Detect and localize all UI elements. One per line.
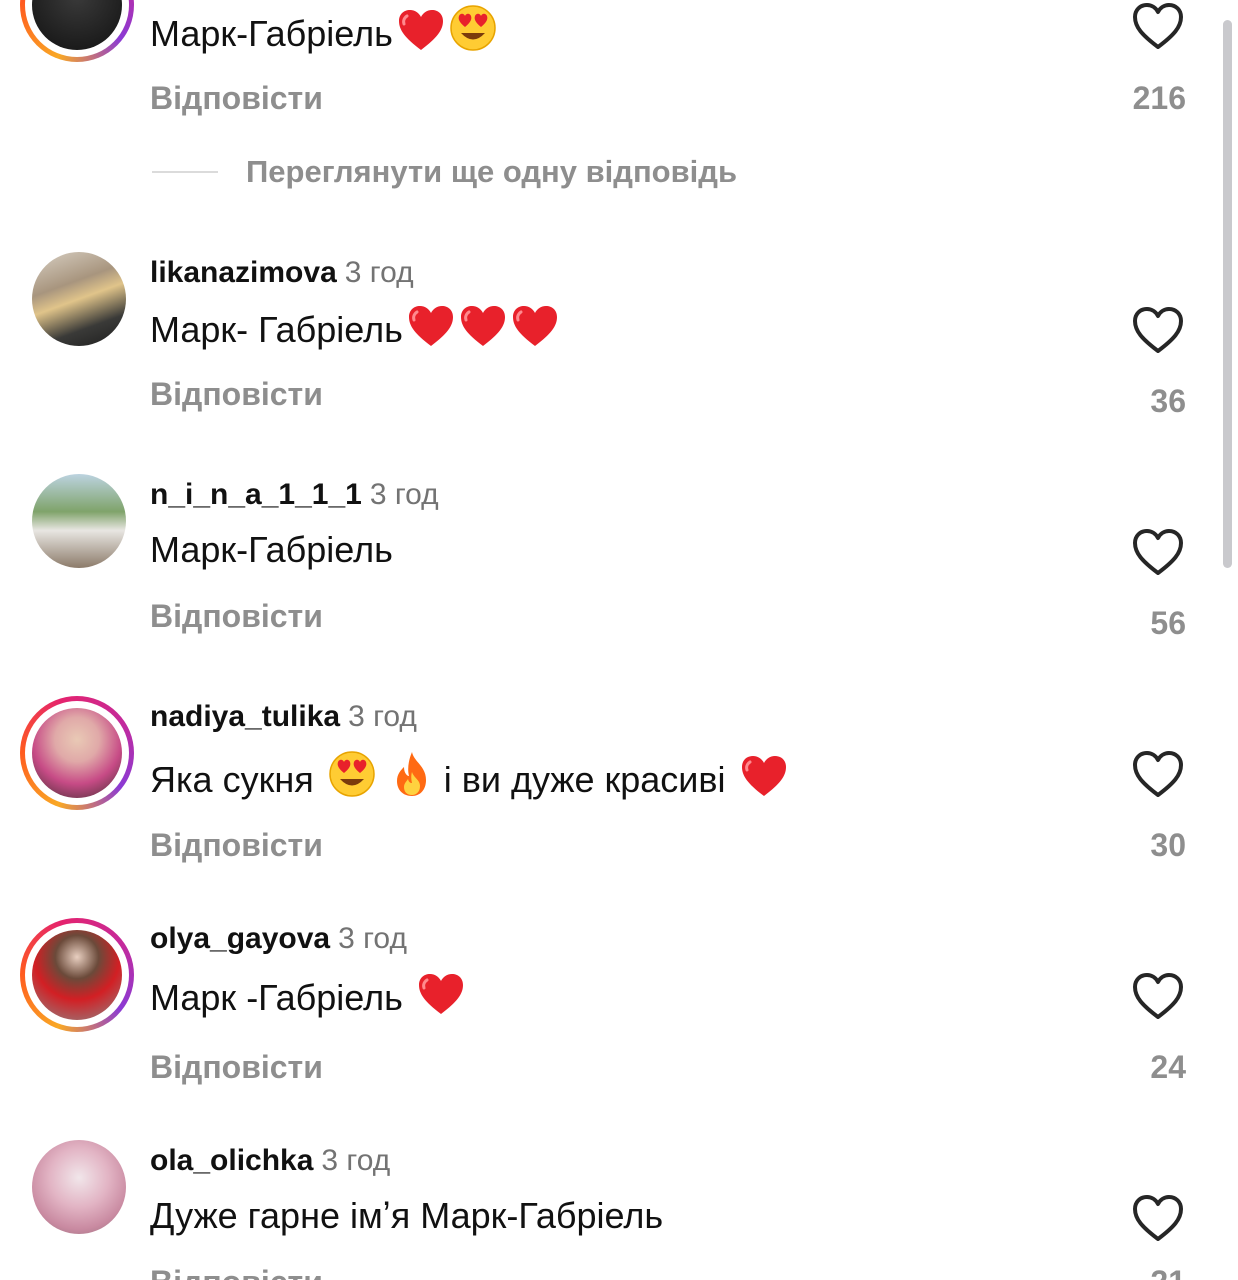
- heart-eyes-emoji-icon: [328, 750, 376, 808]
- avatar[interactable]: [32, 252, 126, 346]
- comment-meta: nadiya_tulika 3 год: [150, 700, 417, 734]
- red-heart-icon: [407, 304, 455, 358]
- like-heart-icon[interactable]: [1131, 972, 1185, 1022]
- fire-icon: [390, 750, 434, 808]
- username[interactable]: ola_olichka: [150, 1144, 313, 1177]
- heart-eyes-emoji-icon: [449, 4, 497, 62]
- comment-text: Марк-Габріель: [150, 529, 393, 570]
- comment-item: likanazimova 3 год Марк- Габріель Відпові…: [0, 252, 1238, 452]
- timestamp: 3 год: [321, 1144, 391, 1177]
- view-more-replies-label: Переглянути ще одну відповідь: [246, 154, 738, 189]
- like-heart-icon[interactable]: [1131, 1194, 1185, 1244]
- comment-meta: ola_olichka 3 год: [150, 1144, 390, 1178]
- comment-text: Марк- Габріель: [150, 304, 559, 358]
- timestamp: 3 год: [348, 700, 417, 733]
- comment-item: n_i_n_a_1_1_1 3 год Марк-Габріель Відпові…: [0, 474, 1238, 674]
- comment-item: olya_gayova 3 год Марк -Габріель Відповіс…: [0, 918, 1238, 1118]
- like-count: 56: [1150, 605, 1186, 641]
- username[interactable]: olya_gayova: [150, 922, 330, 955]
- view-more-replies-button[interactable]: Переглянути ще одну відповідь: [152, 152, 737, 192]
- thread-divider: [152, 171, 218, 173]
- reply-button[interactable]: Відповісти: [150, 598, 323, 634]
- like-count: 36: [1150, 383, 1186, 419]
- reply-button[interactable]: Відповісти: [150, 827, 323, 863]
- comment-item: Марк-Габріель Відповісти 216: [0, 0, 1238, 160]
- like-heart-icon[interactable]: [1131, 306, 1185, 356]
- red-heart-icon: [511, 304, 559, 358]
- like-count: 216: [1132, 80, 1186, 116]
- comment-meta: likanazimova 3 год: [150, 256, 414, 290]
- like-count: 30: [1150, 827, 1186, 863]
- reply-button[interactable]: Відповісти: [150, 1049, 323, 1085]
- comment-item: ola_olichka 3 год Дуже гарне імʼя Марк-Га…: [0, 1140, 1238, 1280]
- comment-text: Яка сукня і ви дуже красиві: [150, 750, 788, 808]
- avatar[interactable]: [32, 474, 126, 568]
- red-heart-icon: [459, 304, 507, 358]
- like-heart-icon[interactable]: [1131, 2, 1185, 52]
- avatar[interactable]: [20, 918, 134, 1032]
- like-count: 21: [1150, 1264, 1186, 1280]
- comment-item: nadiya_tulika 3 год Яка сукня і ви дуже к…: [0, 696, 1238, 896]
- username[interactable]: nadiya_tulika: [150, 700, 340, 733]
- username[interactable]: likanazimova: [150, 256, 337, 289]
- like-heart-icon[interactable]: [1131, 528, 1185, 578]
- reply-button[interactable]: Відповісти: [150, 80, 323, 116]
- reply-button[interactable]: Відповісти: [150, 376, 323, 412]
- comment-text: Марк-Габріель: [150, 4, 497, 62]
- comment-text: Марк -Габріель: [150, 972, 465, 1026]
- red-heart-icon: [397, 8, 445, 62]
- timestamp: 3 год: [344, 256, 414, 289]
- username[interactable]: n_i_n_a_1_1_1: [150, 478, 362, 511]
- timestamp: 3 год: [369, 478, 439, 511]
- comment-meta: olya_gayova 3 год: [150, 922, 407, 956]
- comment-meta: n_i_n_a_1_1_1 3 год: [150, 478, 439, 512]
- red-heart-icon: [417, 972, 465, 1026]
- like-count: 24: [1150, 1049, 1186, 1085]
- comment-text: Дуже гарне імʼя Марк-Габріель: [150, 1195, 664, 1236]
- avatar[interactable]: [32, 1140, 126, 1234]
- reply-button[interactable]: Відповісти: [150, 1264, 323, 1280]
- timestamp: 3 год: [338, 922, 407, 955]
- like-heart-icon[interactable]: [1131, 750, 1185, 800]
- avatar[interactable]: [20, 696, 134, 810]
- avatar[interactable]: [20, 0, 134, 62]
- red-heart-icon: [740, 754, 788, 808]
